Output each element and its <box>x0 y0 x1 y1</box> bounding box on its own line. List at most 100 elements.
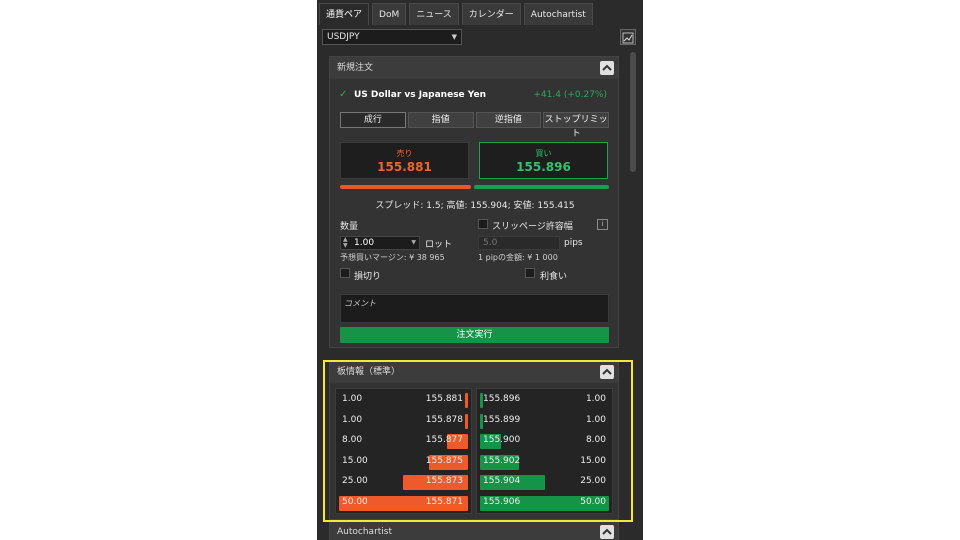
symbol-value: USDJPY <box>327 32 360 42</box>
bid-row[interactable]: 15.00 155.875 <box>336 453 471 470</box>
quantity-value: 1.00 <box>354 238 375 248</box>
order-type-stop-limit[interactable]: ストップリミット <box>543 112 609 139</box>
order-type-tabs: 成行 指値 逆指値 ストップリミット <box>340 112 609 139</box>
chevron-down-icon: ▼ <box>451 33 457 41</box>
chart-icon <box>622 32 634 44</box>
bid-row[interactable]: 50.00 155.871 <box>336 494 471 511</box>
chevron-up-icon <box>602 528 612 535</box>
ask-volume: 50.00 <box>580 496 606 507</box>
autochartist-header: Autochartist <box>330 521 618 540</box>
order-type-market[interactable]: 成行 <box>340 112 406 128</box>
comment-input[interactable]: コメント <box>340 294 609 323</box>
slippage-checkbox[interactable] <box>478 219 488 229</box>
ask-volume: 1.00 <box>585 414 606 425</box>
autochartist-panel: Autochartist <box>329 520 619 540</box>
ask-volume: 1.00 <box>585 394 606 404</box>
slippage-label: スリッページ許容幅 <box>492 222 573 232</box>
collapse-button[interactable] <box>600 525 614 539</box>
chevron-down-icon[interactable]: ▼ <box>411 237 416 249</box>
bid-volume: 15.00 <box>342 455 368 466</box>
tab-calendar[interactable]: カレンダー <box>461 3 521 25</box>
spread-info: スプレッド: 1.5; 高値: 155.904; 安値: 155.415 <box>375 201 575 211</box>
check-icon: ✓ <box>339 89 348 100</box>
order-type-stop[interactable]: 逆指値 <box>475 112 542 128</box>
ask-column: 1.00 155.896 1.00 155.899 8.00 155.900 15.00 15… <box>476 388 613 514</box>
ask-row[interactable]: 8.00 155.900 <box>477 432 612 449</box>
ask-price: 155.899 <box>483 414 521 425</box>
tab-autochartist[interactable]: Autochartist <box>523 3 593 25</box>
collapse-button[interactable] <box>600 365 614 379</box>
bid-volume-fill <box>465 413 468 429</box>
pip-value-info: 1 pipの金額: ¥ 1 000 <box>478 253 558 262</box>
ask-price: 155.902 <box>483 455 521 466</box>
tab-bar: 通貨ペア DoM ニュース カレンダー Autochartist <box>319 3 593 25</box>
order-type-limit[interactable]: 指値 <box>407 112 474 128</box>
ask-volume: 15.00 <box>580 455 606 466</box>
buy-bar <box>474 185 609 189</box>
ask-row[interactable]: 15.00 155.902 <box>477 453 612 470</box>
bid-volume-fill <box>465 393 468 408</box>
ask-volume: 8.00 <box>585 435 606 445</box>
new-order-title: 新規注文 <box>337 63 374 73</box>
stepper-icon[interactable]: ▲ ▼ <box>343 237 348 249</box>
tab-dom[interactable]: DoM <box>372 3 407 25</box>
bid-price: 155.875 <box>425 455 463 466</box>
sell-price: 155.881 <box>377 160 432 174</box>
take-profit-label: 利食い <box>540 272 568 282</box>
take-profit-checkbox[interactable] <box>525 268 535 278</box>
bid-volume: 1.00 <box>342 394 363 404</box>
bid-row[interactable]: 1.00 155.878 <box>336 412 471 429</box>
stop-loss-checkbox[interactable] <box>340 268 350 278</box>
new-order-header: 新規注文 <box>330 57 618 79</box>
chevron-up-icon <box>602 368 612 375</box>
sell-button[interactable]: 売り 155.881 <box>340 142 469 179</box>
slippage-input[interactable]: 5.0 <box>478 236 560 250</box>
bid-price: 155.881 <box>425 394 463 404</box>
stop-loss-label: 損切り <box>354 272 382 282</box>
new-order-panel: 新規注文 ✓ US Dollar vs Japanese Yen +41.4 (… <box>329 56 619 348</box>
quantity-input[interactable]: ▲ ▼ 1.00 ▼ <box>340 236 420 250</box>
bid-volume: 50.00 <box>342 496 368 507</box>
buy-button[interactable]: 買い 155.896 <box>479 142 608 179</box>
bid-row[interactable]: 8.00 155.877 <box>336 432 471 449</box>
buy-price: 155.896 <box>516 160 571 174</box>
sell-label: 売り <box>396 149 413 158</box>
info-icon[interactable]: i <box>597 219 608 230</box>
lot-label: ロット <box>425 240 453 250</box>
bid-volume: 8.00 <box>342 435 363 445</box>
ask-row[interactable]: 50.00 155.906 <box>477 494 612 511</box>
ask-price: 155.906 <box>483 496 521 507</box>
slippage-value: 5.0 <box>483 238 498 248</box>
tab-news[interactable]: ニュース <box>409 3 459 25</box>
bid-price: 155.877 <box>425 435 463 445</box>
ask-volume: 25.00 <box>580 476 606 486</box>
ask-price: 155.904 <box>483 476 521 486</box>
dom-panel: 板情報（標準） 1.00 155.881 1.00 155.878 8.00 155.87… <box>329 360 619 520</box>
bid-price: 155.878 <box>425 414 463 425</box>
bid-price: 155.871 <box>425 496 463 507</box>
ask-price: 155.896 <box>483 394 521 404</box>
tab-currency-pairs[interactable]: 通貨ペア <box>319 3 370 25</box>
scrollbar-thumb[interactable] <box>630 52 636 172</box>
ask-row[interactable]: 25.00 155.904 <box>477 473 612 490</box>
quantity-label: 数量 <box>340 222 359 232</box>
chart-button[interactable] <box>620 29 636 45</box>
scrollbar[interactable] <box>630 52 636 540</box>
instrument-name: US Dollar vs Japanese Yen <box>354 90 486 100</box>
margin-info: 予想買いマージン: ¥ 38 965 <box>340 253 445 262</box>
ask-row[interactable]: 1.00 155.899 <box>477 412 612 429</box>
collapse-button[interactable] <box>600 61 614 75</box>
bid-row[interactable]: 1.00 155.881 <box>336 391 471 408</box>
bid-row[interactable]: 25.00 155.873 <box>336 473 471 490</box>
ask-row[interactable]: 1.00 155.896 <box>477 391 612 408</box>
symbol-select[interactable]: USDJPY ▼ <box>322 29 462 45</box>
comment-placeholder: コメント <box>344 299 376 308</box>
dom-body: 1.00 155.881 1.00 155.878 8.00 155.877 15.00 15… <box>335 388 613 514</box>
pips-label: pips <box>564 238 583 248</box>
bid-volume: 25.00 <box>342 476 368 486</box>
submit-order-button[interactable]: 注文実行 <box>340 327 609 343</box>
bid-price: 155.873 <box>425 476 463 486</box>
chevron-up-icon <box>602 64 612 71</box>
ask-price: 155.900 <box>483 435 521 445</box>
dom-header: 板情報（標準） <box>330 361 618 383</box>
